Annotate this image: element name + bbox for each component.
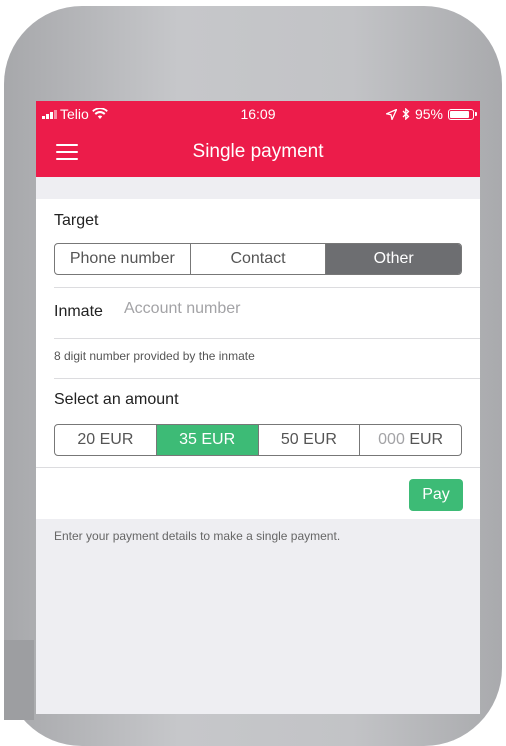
bluetooth-icon [402, 108, 410, 120]
divider [54, 338, 480, 339]
inmate-hint: 8 digit number provided by the inmate [54, 349, 255, 363]
status-right-group: 95% [385, 106, 477, 122]
pay-row: Pay [36, 467, 480, 519]
divider [54, 378, 480, 379]
target-option-contact[interactable]: Contact [191, 244, 327, 274]
inmate-label: Inmate [54, 303, 103, 320]
location-icon [385, 108, 397, 120]
battery-percent: 95% [414, 106, 443, 122]
phone-screen: Telio 16:09 95% Single payment Target Ph… [36, 101, 480, 714]
custom-amount-input[interactable]: 000 EUR [360, 425, 461, 455]
status-bar: Telio 16:09 95% [36, 101, 480, 127]
custom-amount-placeholder: 000 [378, 431, 405, 448]
target-option-other[interactable]: Other [326, 244, 461, 274]
page-title: Single payment [192, 141, 324, 162]
amount-option-20[interactable]: 20 EUR [55, 425, 157, 455]
amount-label: Select an amount [54, 391, 179, 408]
footer-info-text: Enter your payment details to make a sin… [54, 529, 341, 543]
custom-amount-unit: EUR [409, 431, 444, 448]
battery-icon [448, 108, 477, 120]
target-segmented-control: Phone number Contact Other [54, 243, 462, 275]
phone-frame-edge [4, 640, 34, 720]
amount-option-35[interactable]: 35 EUR [156, 425, 259, 455]
amount-option-50[interactable]: 50 EUR [259, 425, 361, 455]
divider [54, 287, 480, 288]
target-label: Target [54, 212, 99, 229]
amount-segmented-control: 20 EUR 35 EUR 50 EUR 000 EUR [54, 424, 462, 456]
target-option-phone-number[interactable]: Phone number [55, 244, 191, 274]
nav-bar: Single payment [36, 127, 480, 177]
pay-button[interactable]: Pay [409, 479, 463, 511]
inmate-account-input[interactable] [124, 300, 454, 318]
